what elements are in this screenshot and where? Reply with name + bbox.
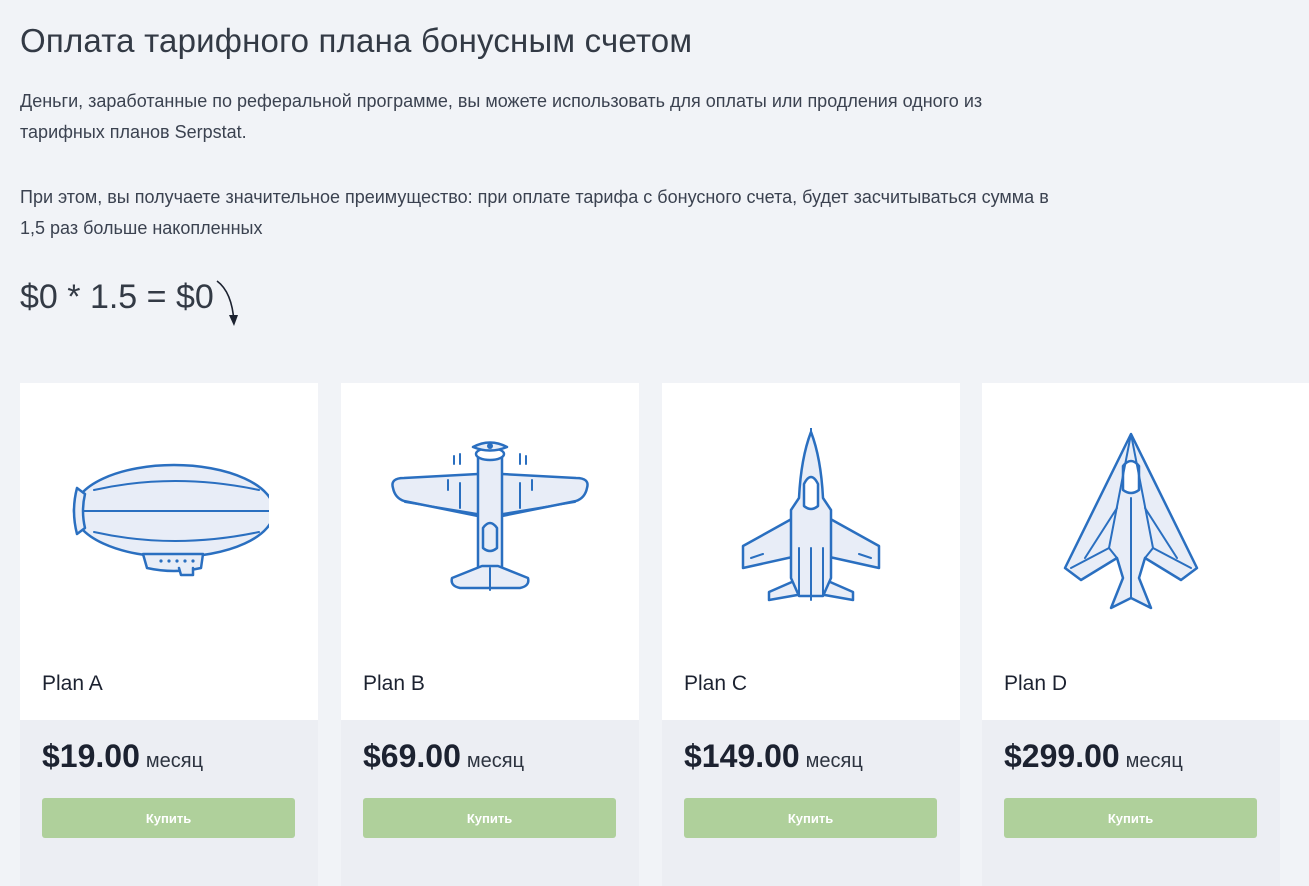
plan-name: Plan C	[684, 672, 748, 695]
card-gap	[639, 383, 662, 720]
plan-price: $69.00 месяц	[363, 738, 524, 775]
price-amount: $299.00	[1004, 738, 1120, 774]
price-period: месяц	[805, 750, 863, 772]
price-amount: $149.00	[684, 738, 800, 774]
buy-button[interactable]: Купить	[684, 798, 937, 838]
page-title: Оплата тарифного плана бонусным счетом	[20, 22, 693, 59]
plan-name: Plan A	[42, 672, 103, 695]
plan-card: Plan C $149.00 месяц Купить	[662, 383, 960, 886]
plan-card: Plan D $299.00 месяц Купить	[982, 383, 1280, 886]
bonus-description: При этом, вы получаете значительное преи…	[20, 187, 1049, 238]
bonus-formula-text: $0 * 1.5 = $0	[20, 278, 214, 316]
curved-arrow-icon	[216, 280, 238, 326]
stealth-jet-icon	[1063, 432, 1199, 610]
fighter-jet-icon	[741, 428, 881, 602]
bonus-formula: $0 * 1.5 = $0	[20, 278, 240, 328]
plan-card: Plan A $19.00 месяц Купить	[20, 383, 318, 886]
propeller-plane-icon	[391, 441, 589, 591]
plan-price: $149.00 месяц	[684, 738, 863, 775]
price-amount: $69.00	[363, 738, 461, 774]
plan-name: Plan D	[1004, 672, 1068, 695]
card-gap	[960, 383, 982, 720]
plan-card: Plan B $69.00 месяц Купить	[341, 383, 639, 886]
price-period: месяц	[466, 750, 525, 772]
plan-price: $19.00 месяц	[42, 738, 203, 775]
price-period: месяц	[145, 750, 204, 772]
referral-description: Деньги, заработанные по реферальной прог…	[20, 91, 983, 142]
plan-name: Plan B	[363, 672, 425, 695]
buy-button[interactable]: Купить	[42, 798, 295, 838]
card-gap	[0, 383, 20, 720]
airship-icon	[72, 463, 269, 577]
card-gap	[318, 383, 341, 720]
price-period: месяц	[1125, 750, 1183, 772]
plan-price: $299.00 месяц	[1004, 738, 1183, 775]
buy-button[interactable]: Купить	[363, 798, 616, 838]
price-amount: $19.00	[42, 738, 140, 774]
buy-button[interactable]: Купить	[1004, 798, 1257, 838]
